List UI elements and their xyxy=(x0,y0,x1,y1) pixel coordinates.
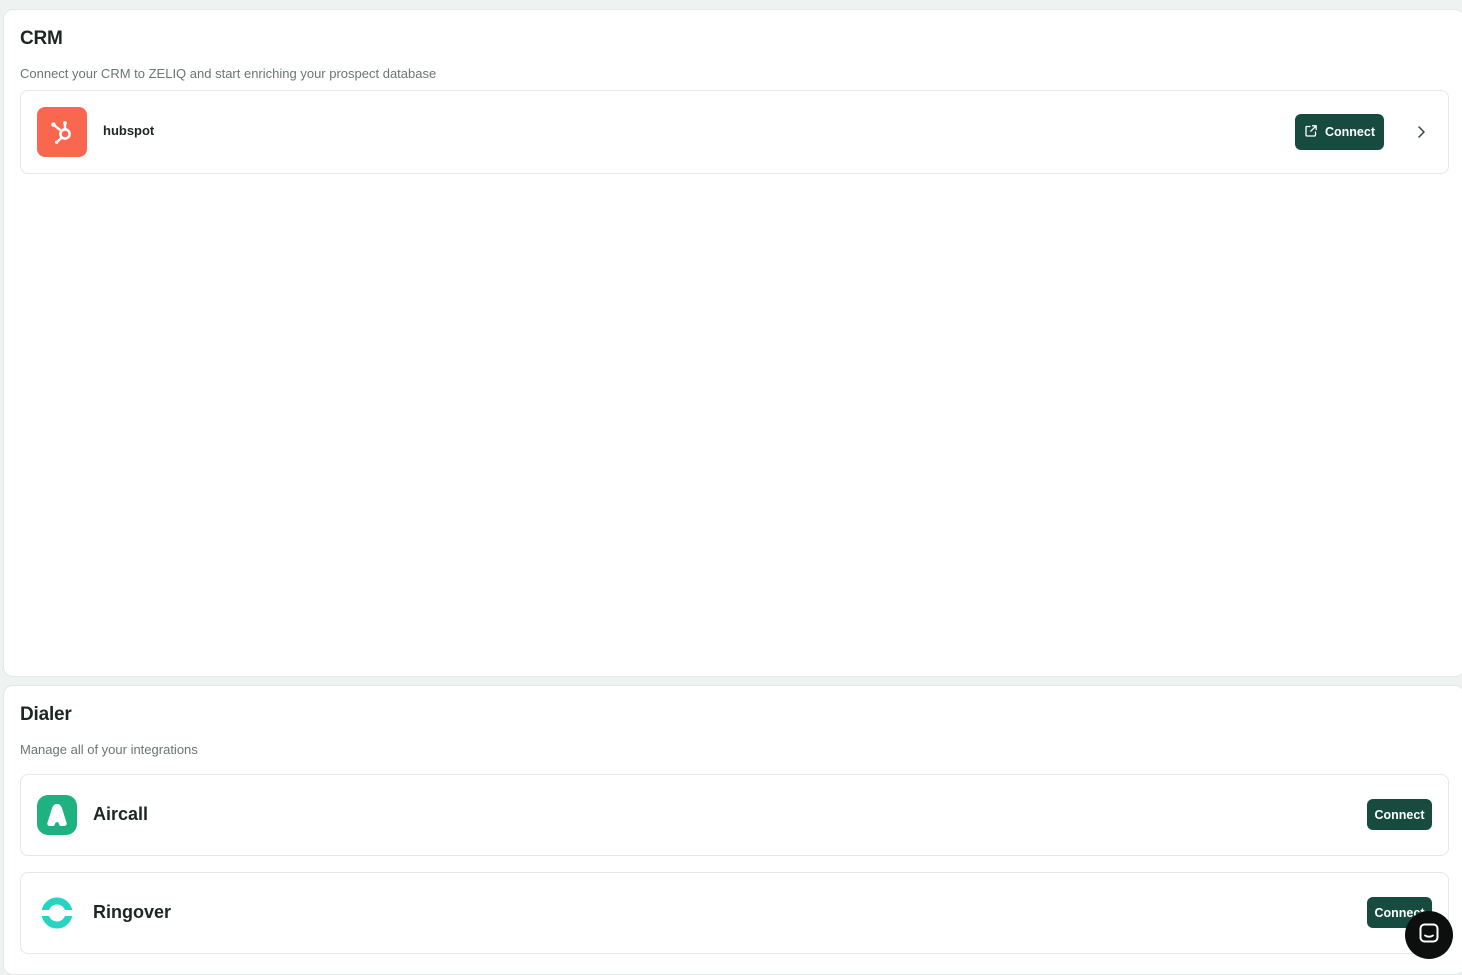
crm-section-title: CRM xyxy=(20,28,63,49)
hubspot-connect-button[interactable]: Connect xyxy=(1295,114,1384,150)
integration-card-hubspot[interactable]: hubspot Connect xyxy=(20,90,1449,174)
integration-name: hubspot xyxy=(103,123,155,138)
hubspot-icon xyxy=(37,107,87,157)
integration-card-aircall[interactable]: Aircall Connect xyxy=(20,774,1449,856)
dialer-section: Dialer Manage all of your integrations A… xyxy=(3,685,1462,975)
connect-label: Connect xyxy=(1374,807,1425,822)
aircall-icon xyxy=(37,795,77,835)
chevron-right-icon[interactable] xyxy=(1411,121,1431,143)
integration-card-ringover[interactable]: Ringover Connect xyxy=(20,872,1449,954)
crm-section: CRM Connect your CRM to ZELIQ and start … xyxy=(3,9,1462,677)
ringover-icon xyxy=(37,893,77,933)
dialer-section-title: Dialer xyxy=(20,704,72,725)
chat-launcher-button[interactable] xyxy=(1405,911,1453,959)
crm-section-subtitle: Connect your CRM to ZELIQ and start enri… xyxy=(20,66,437,81)
connect-label: Connect xyxy=(1325,125,1375,139)
external-link-icon xyxy=(1304,124,1318,141)
integration-name: Ringover xyxy=(93,902,172,922)
chat-icon xyxy=(1418,922,1440,949)
aircall-connect-button[interactable]: Connect xyxy=(1367,799,1432,830)
dialer-section-subtitle: Manage all of your integrations xyxy=(20,742,198,757)
integration-name: Aircall xyxy=(93,804,149,824)
